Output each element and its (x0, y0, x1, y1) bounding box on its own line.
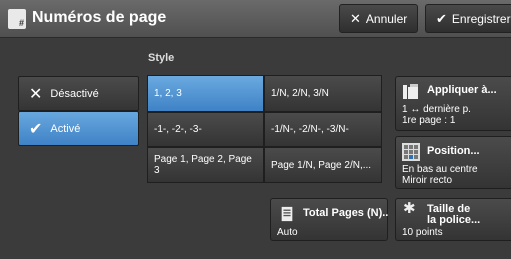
position-button[interactable]: Position... En bas au centre Miroir recto (395, 136, 511, 189)
document-icon (281, 206, 293, 222)
font-size-value: 10 points (402, 227, 443, 238)
enabled-option[interactable]: ✔ Activé (18, 111, 139, 146)
style-option-6[interactable]: Page 1/N, Page 2/N,... (264, 147, 382, 183)
font-size-title: Taille de la police... (427, 203, 481, 226)
cancel-label: Annuler (365, 11, 408, 26)
font-size-button[interactable]: ✱ Taille de la police... 10 points (395, 198, 511, 241)
position-value: En bas au centre Miroir recto (402, 164, 478, 186)
style-option-2[interactable]: 1/N, 2/N, 3/N (264, 75, 382, 112)
grid-position-icon (402, 143, 420, 161)
x-icon: ✕ (350, 10, 361, 26)
x-icon: ✕ (29, 85, 43, 103)
disabled-option[interactable]: ✕ Désactivé (18, 76, 139, 111)
total-pages-button[interactable]: Total Pages (N).. Auto (270, 198, 388, 241)
apply-value: 1 ↔ dernière p. 1re page : 1 (402, 104, 471, 126)
gear-icon: ✱ (403, 200, 416, 217)
disabled-label: Désactivé (50, 87, 99, 100)
style-option-5[interactable]: Page 1, Page 2, Page 3 (147, 147, 264, 183)
cancel-button[interactable]: ✕ Annuler (339, 4, 418, 33)
apply-title: Appliquer à... (427, 84, 497, 96)
enabled-label: Activé (50, 122, 81, 135)
header-bar: # Numéros de page ✕ Annuler ✔ Enregistre… (0, 0, 511, 38)
style-label: Style (148, 52, 175, 64)
total-pages-value: Auto (277, 227, 298, 238)
style-option-4[interactable]: -1/N-, -2/N-, -3/N- (264, 112, 382, 147)
save-button[interactable]: ✔ Enregistrer (425, 4, 511, 33)
check-icon: ✔ (29, 120, 43, 138)
pages-stack-icon (403, 84, 418, 99)
total-pages-title: Total Pages (N).. (303, 207, 389, 219)
save-label: Enregistrer (451, 11, 511, 26)
page-title: Numéros de page (32, 9, 167, 26)
apply-to-button[interactable]: Appliquer à... 1 ↔ dernière p. 1re page :… (395, 76, 511, 131)
position-title: Position... (427, 145, 480, 157)
page-number-icon: # (8, 9, 26, 29)
style-option-3[interactable]: -1-, -2-, -3- (147, 112, 264, 147)
check-icon: ✔ (436, 10, 447, 26)
style-option-1[interactable]: 1, 2, 3 (147, 75, 264, 112)
